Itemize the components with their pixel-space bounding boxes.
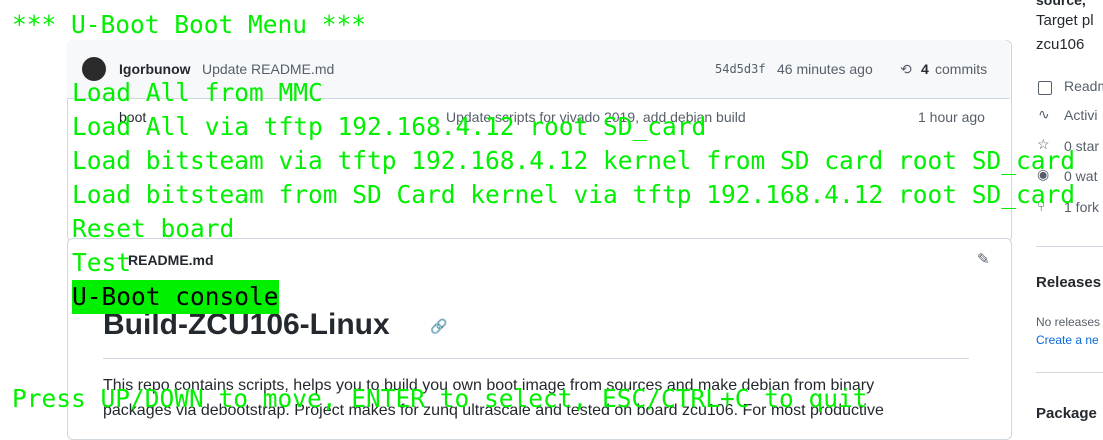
menu-instructions: Press UP/DOWN to move, ENTER to select, …	[12, 384, 868, 413]
uboot-terminal: *** U-Boot Boot Menu *** Load All from M…	[0, 0, 1103, 426]
menu-item-reset-board[interactable]: Reset board	[72, 212, 234, 246]
menu-item-test[interactable]: Test	[72, 246, 131, 280]
menu-item-bitstream-tftp-kernel-sd[interactable]: Load bitsteam via tftp 192.168.4.12 kern…	[72, 144, 1075, 178]
menu-item-uboot-console[interactable]: U-Boot console	[72, 280, 279, 314]
menu-title: *** U-Boot Boot Menu ***	[12, 10, 367, 39]
menu-item-load-all-mmc[interactable]: Load All from MMC	[72, 76, 323, 110]
menu-item-bitstream-sd-kernel-tftp[interactable]: Load bitsteam from SD Card kernel via tf…	[72, 178, 1075, 212]
menu-item-load-all-tftp[interactable]: Load All via tftp 192.168.4.12 root SD_c…	[72, 110, 706, 144]
